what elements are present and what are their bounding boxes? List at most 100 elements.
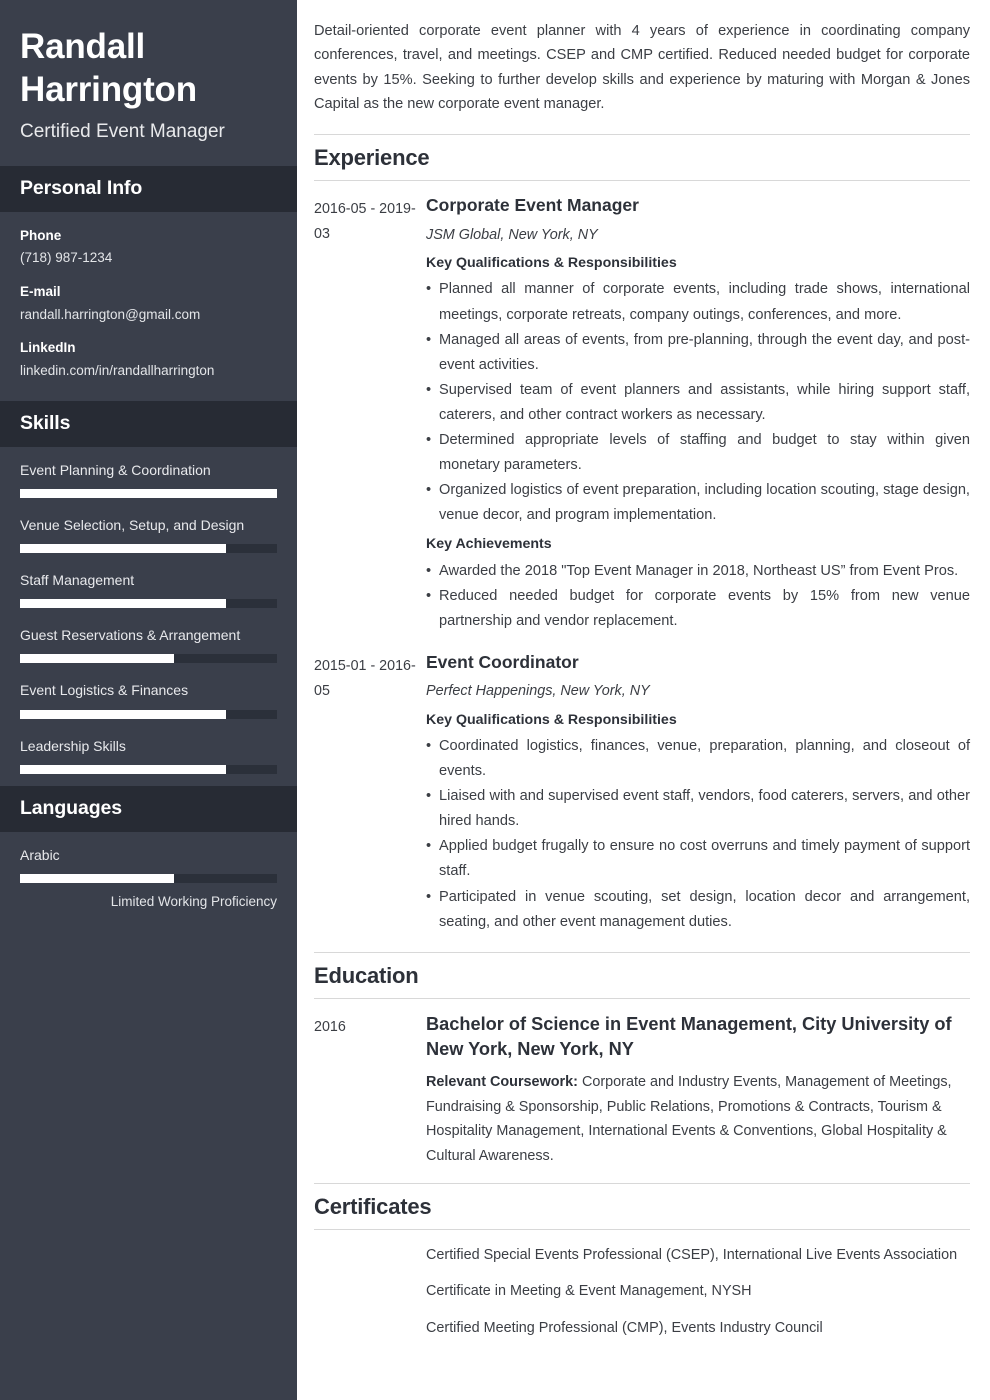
education-date: 2016 [314,1018,346,1035]
certificates-heading: Certificates [314,1193,432,1219]
certificate-text: Certified Special Events Professional (C… [426,1246,958,1263]
languages-list: Arabic Limited Working Proficiency [0,832,297,921]
experience-divider [314,180,970,182]
skill-level-fill [20,599,226,609]
qualifications-heading: Key Qualifications & Responsibilities [426,711,677,728]
skills-heading: Skills [20,411,71,434]
contact-label: LinkedIn [20,340,76,356]
bullet-item: Coordinated logistics, finances, venue, … [426,734,970,784]
certificate-item: Certificate in Meeting & Event Managemen… [314,1279,970,1303]
certificate-item: Certified Special Events Professional (C… [314,1243,970,1267]
education-entry: 2016 Bachelor of Science in Event Manage… [314,1012,970,1169]
personal-info-heading: Personal Info [20,177,143,200]
bullet-item: Participated in venue scouting, set desi… [426,885,970,935]
skill-level-fill [20,764,226,774]
personal-info-section-header: Personal Info [0,166,297,213]
personal-info-list: Phone (718) 987-1234 E-mail randall.harr… [0,212,297,401]
skill-level-fill [20,488,277,498]
contact-item-email: E-mail randall.harrington@gmail.com [20,282,277,325]
education-divider [314,997,970,999]
skill-level-bar [20,764,277,774]
skill-level-fill [20,544,226,554]
contact-value[interactable]: (718) 987-1234 [20,248,277,269]
language-level-fill [20,873,175,883]
skill-item: Staff Management [20,571,277,609]
bullet-item: Liaised with and supervised event staff,… [426,784,970,834]
sidebar-header: Randall Harrington Certified Event Manag… [0,0,297,166]
skill-label: Leadership Skills [20,737,126,754]
achievements-heading: Key Achievements [426,536,552,553]
experience-role: Event Coordinator [426,651,579,672]
language-item: Arabic Limited Working Proficiency [20,846,277,909]
candidate-job-title: Certified Event Manager [20,121,225,143]
education-degree: Bachelor of Science in Event Management,… [426,1013,952,1059]
skill-level-bar [20,488,277,498]
bullet-item: Applied budget frugally to ensure no cos… [426,834,970,884]
qualifications-list: Planned all manner of corporate events, … [426,277,970,528]
languages-heading: Languages [20,796,123,819]
experience-role: Corporate Event Manager [426,195,639,216]
skill-label: Event Planning & Coordination [20,461,211,478]
language-label: Arabic [20,846,60,863]
skill-label: Event Logistics & Finances [20,682,189,699]
resume-document: Randall Harrington Certified Event Manag… [0,0,990,1400]
experience-bottom-divider [314,951,970,953]
experience-entry: 2015-01 - 2016-05 Event Coordinator Perf… [314,651,970,941]
experience-heading: Experience [314,145,430,171]
summary-divider [314,134,970,136]
experience-details: Corporate Event Manager JSM Global, New … [426,194,970,640]
experience-organization: Perfect Happenings, New York, NY [426,683,650,700]
certificates-divider [314,1228,970,1230]
experience-date: 2015-01 - 2016-05 [314,657,416,699]
skill-label: Venue Selection, Setup, and Design [20,516,245,533]
experience-date: 2016-05 - 2019-03 [314,201,416,243]
education-details: Bachelor of Science in Event Management,… [426,1012,970,1169]
bullet-item: Managed all areas of events, from pre-pl… [426,328,970,378]
skill-level-bar [20,544,277,554]
bullet-item: Reduced needed budget for corporate even… [426,584,970,634]
experience-details: Event Coordinator Perfect Happenings, Ne… [426,651,970,941]
certificate-text: Certified Meeting Professional (CMP), Ev… [426,1319,823,1336]
skills-section-header: Skills [0,400,297,447]
bullet-item: Supervised team of event planners and as… [426,378,970,428]
contact-value[interactable]: linkedin.com/in/randallharrington [20,361,277,382]
contact-label: Phone [20,228,62,244]
skill-item: Guest Reservations & Arrangement [20,626,277,664]
bullet-item: Planned all manner of corporate events, … [426,277,970,327]
candidate-name: Randall Harrington [20,27,197,109]
contact-item-phone: Phone (718) 987-1234 [20,226,277,269]
contact-item-linkedin: LinkedIn linkedin.com/in/randallharringt… [20,338,277,381]
language-level-bar [20,873,277,883]
certificate-item: Certified Meeting Professional (CMP), Ev… [314,1316,970,1340]
skill-level-fill [20,654,175,664]
certificate-text: Certificate in Meeting & Event Managemen… [426,1283,752,1300]
qualifications-list: Coordinated logistics, finances, venue, … [426,734,970,935]
skill-item: Leadership Skills [20,737,277,774]
skill-item: Event Planning & Coordination [20,461,277,498]
contact-value[interactable]: randall.harrington@gmail.com [20,305,277,326]
education-coursework: Relevant Coursework: Corporate and Indus… [426,1070,970,1169]
skills-list: Event Planning & Coordination Venue Sele… [0,447,297,786]
professional-summary: Detail-oriented corporate event planner … [314,23,970,113]
qualifications-heading: Key Qualifications & Responsibilities [426,255,677,272]
skill-level-bar [20,599,277,609]
sidebar: Randall Harrington Certified Event Manag… [0,0,297,1400]
education-heading: Education [314,962,419,988]
skill-level-bar [20,654,277,664]
achievements-list: Awarded the 2018 "Top Event Manager in 2… [426,559,970,634]
experience-entry: 2016-05 - 2019-03 Corporate Event Manage… [314,194,970,640]
skill-label: Guest Reservations & Arrangement [20,627,241,644]
bullet-item: Awarded the 2018 "Top Event Manager in 2… [426,559,970,584]
experience-organization: JSM Global, New York, NY [426,226,598,243]
coursework-label: Relevant Coursework: [426,1073,578,1090]
main-content: Detail-oriented corporate event planner … [297,0,990,1400]
education-bottom-divider [314,1182,970,1184]
skill-item: Event Logistics & Finances [20,681,277,719]
skill-level-bar [20,709,277,719]
languages-section-header: Languages [0,785,297,832]
contact-label: E-mail [20,284,61,300]
bullet-item: Determined appropriate levels of staffin… [426,428,970,478]
language-proficiency-label: Limited Working Proficiency [110,893,277,909]
skill-level-fill [20,709,226,719]
skill-item: Venue Selection, Setup, and Design [20,516,277,554]
